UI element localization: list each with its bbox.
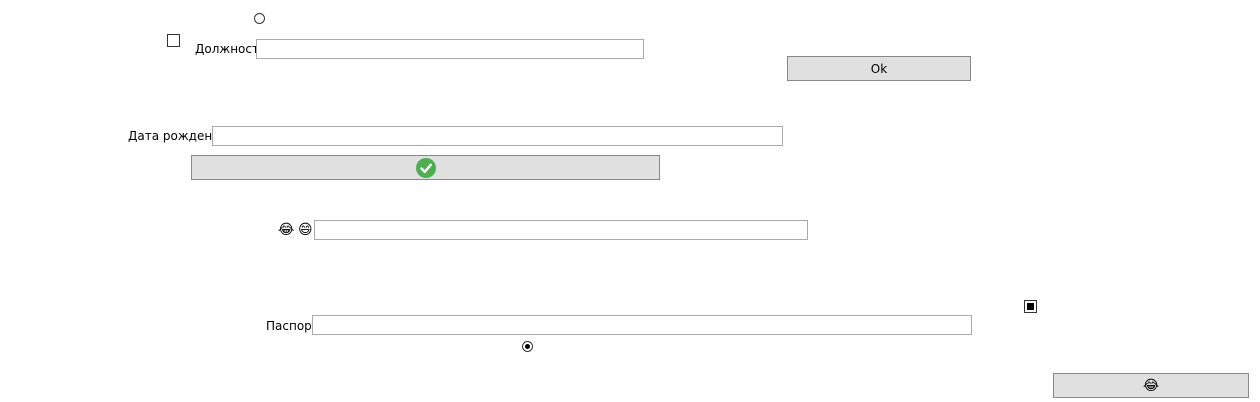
- position-input[interactable]: [256, 39, 644, 59]
- birthdate-input[interactable]: [212, 126, 783, 146]
- radio-bottom[interactable]: [522, 341, 533, 352]
- radio-top[interactable]: [254, 13, 265, 24]
- passport-label: Паспорт: [266, 319, 319, 333]
- grinning-emoji-icon: 😄: [298, 222, 313, 238]
- checkbox-left[interactable]: [167, 34, 180, 47]
- ok-button-label: Ok: [870, 61, 888, 76]
- passport-input[interactable]: [312, 315, 972, 335]
- ok-button[interactable]: Ok: [787, 56, 971, 81]
- checkbox-right[interactable]: [1024, 300, 1037, 313]
- emoji-input[interactable]: [314, 220, 808, 240]
- confirm-button[interactable]: [191, 155, 660, 180]
- laughing-emoji-icon: 😂: [1142, 377, 1160, 394]
- check-circle-icon: [415, 157, 436, 178]
- emoji-button[interactable]: 😂: [1053, 373, 1249, 398]
- laughing-emoji-icon: 😂: [278, 222, 295, 238]
